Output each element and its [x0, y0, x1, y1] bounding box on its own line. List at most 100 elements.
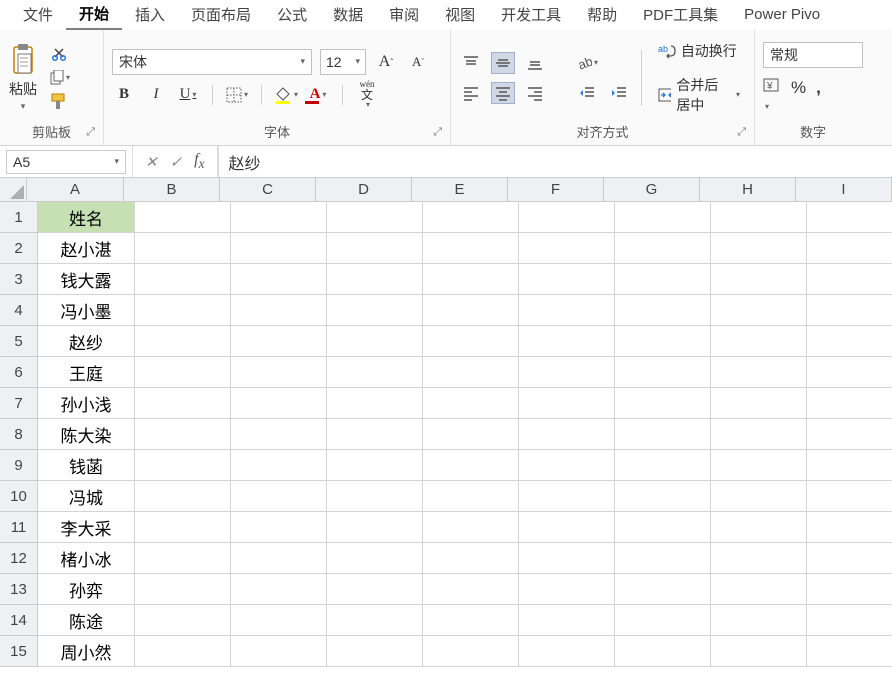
- cell[interactable]: [231, 419, 327, 450]
- cell[interactable]: [711, 605, 807, 636]
- tab-pdf-toolkit[interactable]: PDF工具集: [630, 0, 731, 29]
- decrease-font-icon[interactable]: Aˇ: [406, 50, 430, 74]
- cell[interactable]: [135, 202, 231, 233]
- accounting-format-icon[interactable]: ¥: [763, 78, 781, 114]
- cell[interactable]: [135, 326, 231, 357]
- cell[interactable]: [615, 326, 711, 357]
- cell[interactable]: [327, 450, 423, 481]
- cell[interactable]: [615, 636, 711, 667]
- cell[interactable]: [807, 388, 892, 419]
- cell[interactable]: 周小然: [38, 636, 135, 667]
- cell[interactable]: [615, 202, 711, 233]
- row-header[interactable]: 5: [0, 326, 38, 357]
- cell[interactable]: [231, 357, 327, 388]
- fx-icon[interactable]: fx: [194, 151, 204, 172]
- cell[interactable]: [327, 264, 423, 295]
- cell[interactable]: [807, 264, 892, 295]
- cell[interactable]: [807, 450, 892, 481]
- row-header[interactable]: 3: [0, 264, 38, 295]
- paste-label[interactable]: 粘贴: [9, 79, 37, 99]
- cell[interactable]: [135, 419, 231, 450]
- formula-input[interactable]: 赵纱: [218, 146, 892, 177]
- format-painter-icon[interactable]: [50, 93, 70, 111]
- cell[interactable]: [231, 326, 327, 357]
- cell[interactable]: [807, 481, 892, 512]
- cell[interactable]: [135, 450, 231, 481]
- cell[interactable]: [327, 605, 423, 636]
- cell[interactable]: [423, 450, 519, 481]
- cell[interactable]: [519, 295, 615, 326]
- paste-dropdown-icon[interactable]: ▾: [21, 101, 26, 112]
- cell[interactable]: [807, 295, 892, 326]
- cell[interactable]: [711, 512, 807, 543]
- tab-formulas[interactable]: 公式: [264, 0, 320, 29]
- cell[interactable]: [615, 419, 711, 450]
- tab-file[interactable]: 文件: [10, 0, 66, 29]
- cell[interactable]: [231, 543, 327, 574]
- cell[interactable]: [231, 295, 327, 326]
- cell[interactable]: [807, 543, 892, 574]
- cell[interactable]: [423, 326, 519, 357]
- cell[interactable]: [135, 605, 231, 636]
- cell[interactable]: [711, 264, 807, 295]
- cell[interactable]: [519, 202, 615, 233]
- font-launcher-icon[interactable]: ⤢: [433, 126, 442, 139]
- col-header-E[interactable]: E: [412, 178, 508, 202]
- cell[interactable]: [231, 264, 327, 295]
- cell[interactable]: [519, 512, 615, 543]
- cell[interactable]: [615, 264, 711, 295]
- cell[interactable]: [711, 450, 807, 481]
- cell[interactable]: [327, 543, 423, 574]
- cell[interactable]: [711, 574, 807, 605]
- col-header-I[interactable]: I: [796, 178, 892, 202]
- cell[interactable]: [519, 574, 615, 605]
- bold-button[interactable]: B: [112, 83, 136, 107]
- cell[interactable]: [519, 388, 615, 419]
- col-header-F[interactable]: F: [508, 178, 604, 202]
- col-header-G[interactable]: G: [604, 178, 700, 202]
- cell[interactable]: [231, 233, 327, 264]
- cell[interactable]: [423, 419, 519, 450]
- cell[interactable]: [807, 636, 892, 667]
- cell[interactable]: [423, 543, 519, 574]
- col-header-B[interactable]: B: [124, 178, 220, 202]
- tab-data[interactable]: 数据: [320, 0, 376, 29]
- tab-developer[interactable]: 开发工具: [488, 0, 574, 29]
- cell[interactable]: [711, 295, 807, 326]
- col-header-D[interactable]: D: [316, 178, 412, 202]
- cell[interactable]: [519, 450, 615, 481]
- alignment-launcher-icon[interactable]: ⤢: [737, 126, 746, 139]
- row-header[interactable]: 4: [0, 295, 38, 326]
- cell[interactable]: [135, 543, 231, 574]
- cell[interactable]: [711, 419, 807, 450]
- cell[interactable]: [519, 636, 615, 667]
- cell[interactable]: [423, 388, 519, 419]
- increase-font-icon[interactable]: Aˆ: [374, 50, 398, 74]
- cell[interactable]: [231, 388, 327, 419]
- cell[interactable]: [135, 264, 231, 295]
- cut-icon[interactable]: [50, 45, 70, 63]
- row-header[interactable]: 1: [0, 202, 38, 233]
- cancel-icon[interactable]: ✕: [145, 153, 158, 171]
- tab-page-layout[interactable]: 页面布局: [178, 0, 264, 29]
- cell[interactable]: [231, 450, 327, 481]
- cell[interactable]: [615, 357, 711, 388]
- tab-help[interactable]: 帮助: [574, 0, 630, 29]
- cell[interactable]: [423, 202, 519, 233]
- tab-home[interactable]: 开始: [66, 0, 122, 30]
- cell[interactable]: [135, 512, 231, 543]
- cell[interactable]: 冯小墨: [38, 295, 135, 326]
- name-box[interactable]: A5▾: [6, 150, 126, 174]
- cell[interactable]: 冯城: [38, 481, 135, 512]
- cell[interactable]: [615, 481, 711, 512]
- row-header[interactable]: 15: [0, 636, 38, 667]
- borders-icon[interactable]: [225, 83, 249, 107]
- cell[interactable]: [327, 636, 423, 667]
- fill-color-icon[interactable]: [274, 83, 298, 107]
- row-header[interactable]: 10: [0, 481, 38, 512]
- cell[interactable]: [423, 512, 519, 543]
- cell[interactable]: [423, 264, 519, 295]
- cell[interactable]: [711, 481, 807, 512]
- cell[interactable]: [423, 233, 519, 264]
- cell[interactable]: 赵小湛: [38, 233, 135, 264]
